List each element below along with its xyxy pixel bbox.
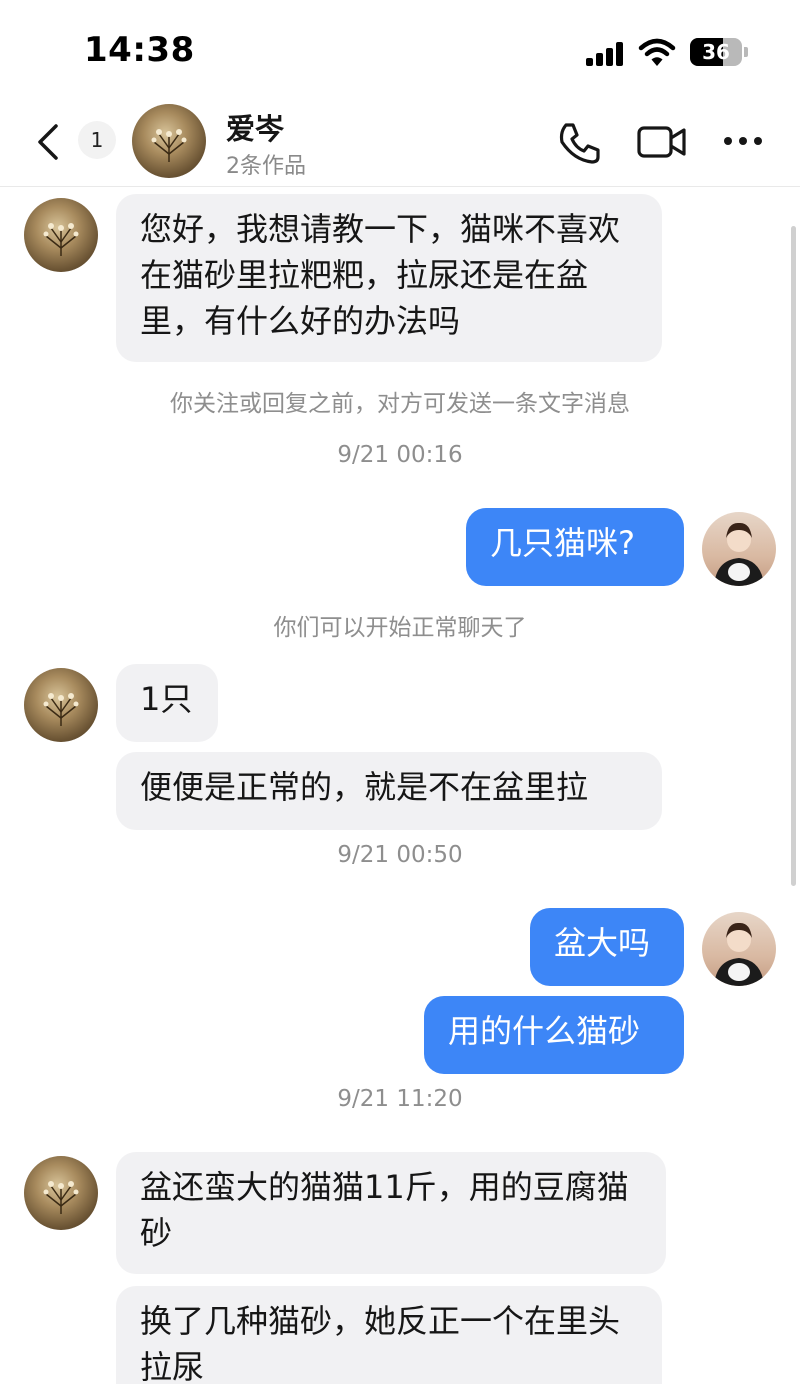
message-bubble-incoming[interactable]: 盆还蛮大的猫猫11斤，用的豆腐猫砂 (116, 1152, 666, 1274)
battery-icon: 36 (690, 38, 742, 66)
message-bubble-incoming[interactable]: 1只 (116, 664, 218, 742)
more-dots-icon[interactable] (722, 130, 764, 152)
message-bubble-outgoing[interactable]: 盆大吗 (530, 908, 684, 986)
status-time: 14:38 (84, 30, 195, 70)
video-camera-icon[interactable] (636, 122, 688, 162)
system-notice: 你们可以开始正常聊天了 (273, 615, 527, 641)
scrollbar[interactable] (791, 226, 796, 886)
message-timestamp: 9/21 00:50 (337, 842, 463, 868)
phone-icon[interactable] (556, 120, 602, 166)
my-avatar[interactable] (702, 512, 776, 586)
my-avatar[interactable] (702, 912, 776, 986)
contact-works-count[interactable]: 2条作品 (226, 148, 306, 180)
flower-icon (151, 129, 187, 162)
contact-avatar[interactable] (24, 198, 98, 272)
contact-avatar[interactable] (24, 1156, 98, 1230)
chevron-left-icon[interactable] (30, 120, 70, 164)
message-timestamp: 9/21 11:20 (337, 1086, 463, 1112)
battery-level: 36 (702, 40, 730, 64)
contact-avatar[interactable] (132, 104, 206, 178)
status-bar: 14:38 36 (0, 0, 800, 100)
message-bubble-incoming[interactable]: 便便是正常的，就是不在盆里拉 (116, 752, 662, 830)
person-icon (714, 522, 764, 586)
chat-header: 1 爱岑 2条作品 (0, 100, 800, 187)
flower-icon (43, 693, 79, 726)
flower-icon (43, 223, 79, 256)
battery-cap (744, 47, 748, 57)
message-timestamp: 9/21 00:16 (337, 442, 463, 468)
contact-name[interactable]: 爱岑 (226, 106, 284, 148)
wifi-icon (638, 38, 676, 66)
cellular-signal-icon (586, 42, 626, 66)
system-notice: 你关注或回复之前，对方可发送一条文字消息 (170, 391, 630, 417)
message-bubble-outgoing[interactable]: 用的什么猫砂 (424, 996, 684, 1074)
flower-icon (43, 1181, 79, 1214)
person-icon (714, 922, 764, 986)
unread-count-badge[interactable]: 1 (78, 121, 116, 159)
message-bubble-incoming[interactable]: 换了几种猫砂，她反正一个在里头拉尿 (116, 1286, 662, 1384)
message-bubble-incoming[interactable]: 您好，我想请教一下，猫咪不喜欢在猫砂里拉粑粑，拉尿还是在盆里，有什么好的办法吗 (116, 194, 662, 362)
contact-avatar[interactable] (24, 668, 98, 742)
message-bubble-outgoing[interactable]: 几只猫咪? (466, 508, 684, 586)
